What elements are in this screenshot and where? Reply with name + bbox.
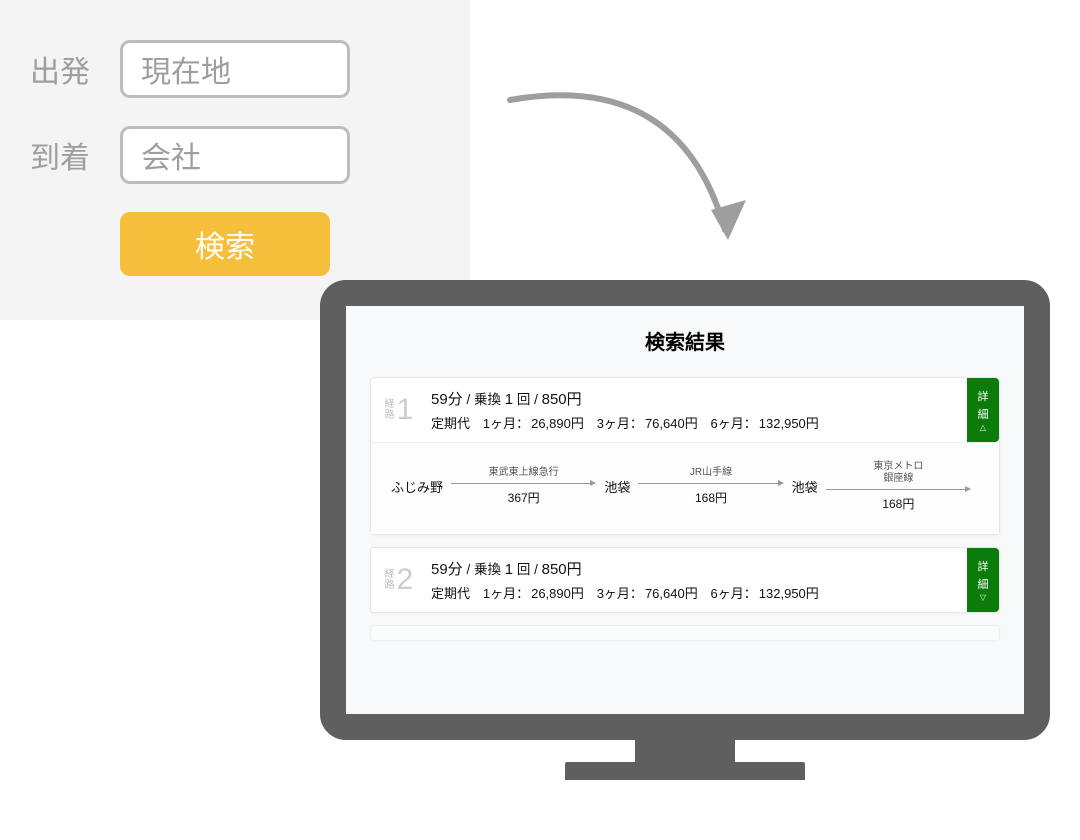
pass-3m-label: 3ヶ月： (597, 586, 643, 601)
triangle-up-icon: △ (980, 424, 986, 432)
duration: 59分 (431, 561, 463, 578)
route-info: 59分 / 乗換 1 回 / 850円 定期代 1ヶ月：26,890円 3ヶ月： (427, 548, 967, 612)
arrival-label: 到着 (30, 133, 100, 177)
line-name: 東武東上線急行 (489, 467, 559, 479)
transfer-unit: 回 (517, 562, 531, 577)
route-label: 経 路 (385, 399, 395, 421)
detail-char2: 細 (978, 576, 989, 592)
segment-arrow-icon (638, 480, 783, 486)
segment: 東京メトロ 銀座線 168円 (826, 461, 971, 512)
station: ふじみ野 (391, 477, 443, 496)
pass-6m: 132,950円 (759, 586, 819, 601)
route-segments: ふじみ野 東武東上線急行 367円 池袋 JR山手線 168円 池袋 (391, 461, 979, 512)
route-label-top: 経 (385, 569, 395, 580)
monitor-stand-base (565, 762, 805, 780)
route-number: 2 (397, 565, 414, 595)
monitor-stand-neck (635, 740, 735, 762)
segment-fare: 168円 (882, 495, 914, 512)
route-label-top: 経 (385, 399, 395, 410)
sep: / (466, 392, 474, 407)
pass-6m: 132,950円 (759, 416, 819, 431)
route-number-block: 経 路 1 (371, 378, 427, 442)
pass-1m: 26,890円 (531, 416, 584, 431)
pass-3m: 76,640円 (645, 416, 698, 431)
segment-fare: 367円 (508, 489, 540, 506)
pass-1m: 26,890円 (531, 586, 584, 601)
line-name: JR山手線 (690, 467, 732, 479)
results-title: 検索結果 (370, 326, 1000, 355)
pass-6m-label: 6ヶ月： (711, 586, 757, 601)
route-info: 59分 / 乗換 1 回 / 850円 定期代 1ヶ月：26,890円 3ヶ月： (427, 378, 967, 442)
route-pass: 定期代 1ヶ月：26,890円 3ヶ月：76,640円 6ヶ月：132,950円 (431, 583, 967, 602)
pass-label: 定期代 (431, 416, 470, 431)
route-summary: 59分 / 乗換 1 回 / 850円 (431, 558, 967, 579)
transfer-label: 乗換 (474, 562, 501, 577)
pass-3m-label: 3ヶ月： (597, 416, 643, 431)
flow-arrow-icon (490, 80, 770, 280)
sep: / (466, 562, 474, 577)
route-card-1: 経 路 1 59分 / 乗換 1 回 / 850 (370, 377, 1000, 535)
route-label-bottom: 路 (385, 580, 395, 591)
arrival-input[interactable]: 会社 (120, 126, 350, 184)
route-number: 1 (397, 395, 414, 425)
detail-button-expand[interactable]: 詳 細 ▽ (967, 548, 999, 612)
search-button[interactable]: 検索 (120, 212, 330, 276)
pass-1m-label: 1ヶ月： (483, 586, 529, 601)
route-detail-body: ふじみ野 東武東上線急行 367円 池袋 JR山手線 168円 池袋 (371, 442, 999, 534)
sep: / (534, 562, 542, 577)
monitor-frame: 検索結果 経 路 1 59分 / 乗換 (320, 280, 1050, 740)
pass-3m: 76,640円 (645, 586, 698, 601)
route-card-2: 経 路 2 59分 / 乗換 1 回 / 850 (370, 547, 1000, 613)
fare: 850円 (542, 391, 582, 408)
departure-row: 出発 現在地 (30, 40, 440, 98)
departure-input[interactable]: 現在地 (120, 40, 350, 98)
segment: JR山手線 168円 (638, 467, 783, 507)
sep: / (534, 392, 542, 407)
triangle-down-icon: ▽ (980, 594, 986, 602)
segment: 東武東上線急行 367円 (451, 467, 596, 507)
transfer-label: 乗換 (474, 392, 501, 407)
results-monitor: 検索結果 経 路 1 59分 / 乗換 (320, 280, 1050, 780)
pass-6m-label: 6ヶ月： (711, 416, 757, 431)
segment-arrow-icon (451, 480, 596, 486)
route-header: 経 路 1 59分 / 乗換 1 回 / 850 (371, 378, 999, 442)
pass-1m-label: 1ヶ月： (483, 416, 529, 431)
transfer-count: 1 (505, 561, 513, 578)
fare: 850円 (542, 561, 582, 578)
route-card-3-truncated (370, 625, 1000, 641)
detail-button-collapse[interactable]: 詳 細 △ (967, 378, 999, 442)
route-label: 経 路 (385, 569, 395, 591)
detail-char1: 詳 (978, 558, 989, 574)
arrival-row: 到着 会社 (30, 126, 440, 184)
route-summary: 59分 / 乗換 1 回 / 850円 (431, 388, 967, 409)
route-label-bottom: 路 (385, 410, 395, 421)
transfer-unit: 回 (517, 392, 531, 407)
route-pass: 定期代 1ヶ月：26,890円 3ヶ月：76,640円 6ヶ月：132,950円 (431, 413, 967, 432)
line-name: 東京メトロ 銀座線 (873, 461, 923, 484)
transfer-count: 1 (505, 391, 513, 408)
route-header: 経 路 2 59分 / 乗換 1 回 / 850 (371, 548, 999, 612)
segment-arrow-icon (826, 486, 971, 492)
detail-char1: 詳 (978, 388, 989, 404)
departure-label: 出発 (30, 47, 100, 91)
route-number-block: 経 路 2 (371, 548, 427, 612)
station: 池袋 (792, 477, 818, 496)
search-panel: 出発 現在地 到着 会社 検索 (0, 0, 470, 320)
results-screen: 検索結果 経 路 1 59分 / 乗換 (346, 306, 1024, 641)
detail-char2: 細 (978, 406, 989, 422)
segment-fare: 168円 (695, 489, 727, 506)
pass-label: 定期代 (431, 586, 470, 601)
duration: 59分 (431, 391, 463, 408)
station: 池袋 (604, 477, 630, 496)
